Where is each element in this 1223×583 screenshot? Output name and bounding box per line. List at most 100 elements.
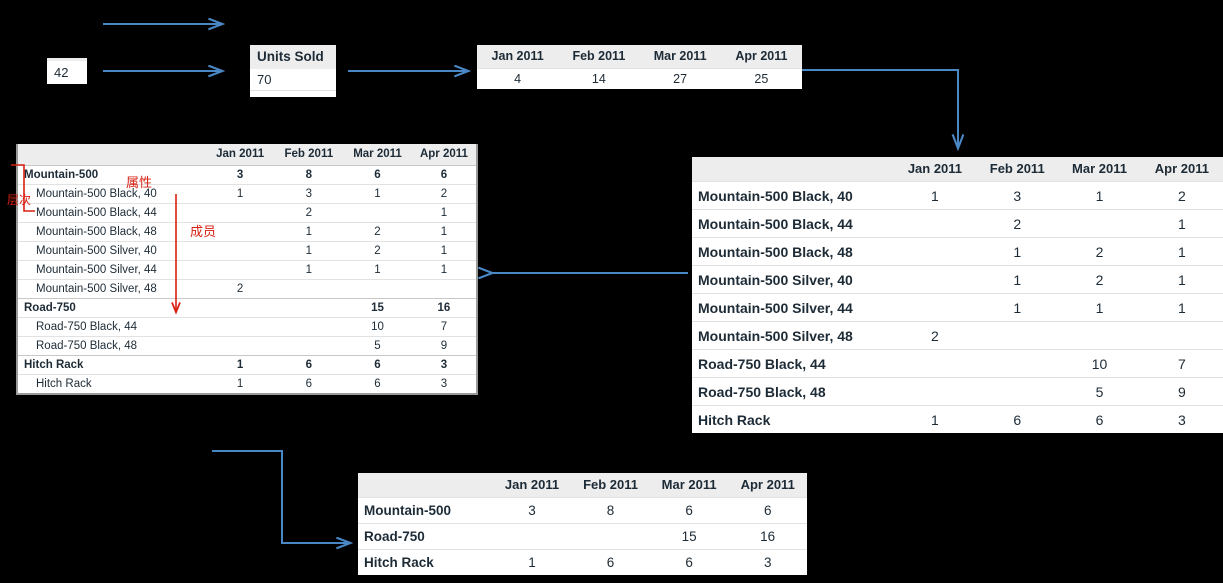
cell: 1 xyxy=(205,355,275,375)
table-row: Mountain-500 3 8 6 6 xyxy=(18,165,476,185)
cell xyxy=(976,349,1059,378)
cell: 1 xyxy=(1058,293,1141,322)
row-label: Hitch Rack xyxy=(692,405,894,433)
cell xyxy=(343,203,412,223)
column-header xyxy=(692,157,894,182)
row-label: Mountain-500 Silver, 44 xyxy=(692,293,894,322)
cell xyxy=(274,298,344,318)
cell: 1 xyxy=(343,260,412,280)
cell xyxy=(411,279,476,299)
cell: 1 xyxy=(976,265,1059,294)
cell xyxy=(893,377,977,406)
value-box-text: 42 xyxy=(54,65,69,80)
cell xyxy=(205,317,275,337)
value-box: 42 xyxy=(47,58,87,84)
arrow-hierarchy-to-products xyxy=(212,450,350,543)
cell: 2 xyxy=(205,279,275,299)
cell xyxy=(893,237,977,266)
row-label: Mountain-500 Silver, 48 xyxy=(692,321,894,350)
cell: 1 xyxy=(274,260,344,280)
cell: 1 xyxy=(1140,209,1223,238)
row-label: Road-750 xyxy=(18,298,206,318)
row-label: Mountain-500 Silver, 40 xyxy=(18,241,206,261)
column-header: Jan 2011 xyxy=(492,473,572,498)
table-row: Road-750 Black, 48 5 9 xyxy=(692,377,1223,406)
table-row: Hitch Rack 1 6 6 3 xyxy=(692,405,1223,433)
cell xyxy=(205,203,275,223)
cell: 3 xyxy=(976,181,1059,210)
cell: 2 xyxy=(893,321,977,350)
column-header: Feb 2011 xyxy=(571,473,650,498)
cell: 1 xyxy=(205,374,275,393)
cell: 1 xyxy=(411,203,476,223)
cell: 6 xyxy=(571,549,650,575)
table-row: 4 14 27 25 xyxy=(477,68,802,89)
cell: 6 xyxy=(274,374,344,393)
column-header: Mar 2011 xyxy=(639,45,721,69)
table-row: Road-750 Black, 44 10 7 xyxy=(692,349,1223,378)
measure-box-header: Units Sold xyxy=(250,45,336,69)
annotation-member: 成员 xyxy=(190,225,217,240)
table-row: Mountain-500 Silver, 48 2 xyxy=(692,321,1223,350)
annotation-hierarchy: 层次 xyxy=(7,193,32,207)
column-header: Apr 2011 xyxy=(1140,157,1223,182)
row-label: Mountain-500 xyxy=(358,497,493,524)
cell: 9 xyxy=(1140,377,1223,406)
cell: 1 xyxy=(274,241,344,261)
row-label: Mountain-500 Black, 40 xyxy=(692,181,894,210)
cell: 10 xyxy=(1058,349,1141,378)
cell: 15 xyxy=(343,298,412,318)
column-header: Mar 2011 xyxy=(1058,157,1141,182)
cell xyxy=(893,209,977,238)
table-row: Hitch Rack 1 6 6 3 xyxy=(18,355,476,375)
cell: 7 xyxy=(411,317,476,337)
row-label: Mountain-500 Silver, 44 xyxy=(18,260,206,280)
row-label: Mountain-500 Black, 44 xyxy=(692,209,894,238)
cell xyxy=(893,265,977,294)
cell xyxy=(205,222,275,242)
table-row: Mountain-500 Silver, 44 1 1 1 xyxy=(692,293,1223,322)
table-row: Mountain-500 Silver, 40 1 2 1 xyxy=(692,265,1223,294)
cell: 10 xyxy=(343,317,412,337)
cell: 16 xyxy=(728,523,807,550)
table-row: Mountain-500 3 8 6 6 xyxy=(358,497,807,524)
row-label: Mountain-500 xyxy=(18,165,206,185)
cell: 27 xyxy=(639,68,721,89)
cell xyxy=(274,279,344,299)
table-row: Mountain-500 Silver, 40 1 2 1 xyxy=(18,241,476,261)
cell: 9 xyxy=(411,336,476,356)
cell: 6 xyxy=(649,549,729,575)
row-label: Hitch Rack xyxy=(18,374,206,393)
cell: 1 xyxy=(1140,265,1223,294)
cell: 2 xyxy=(1058,265,1141,294)
column-header: Feb 2011 xyxy=(976,157,1059,182)
cell: 1 xyxy=(205,184,275,204)
cell: 2 xyxy=(1058,237,1141,266)
column-header: Feb 2011 xyxy=(558,45,640,69)
cell xyxy=(492,523,572,550)
hierarchy-table: Jan 2011 Feb 2011 Mar 2011 Apr 2011 Moun… xyxy=(16,144,478,395)
row-label: Road-750 Black, 44 xyxy=(692,349,894,378)
cell xyxy=(205,241,275,261)
cell: 1 xyxy=(411,241,476,261)
table-row: Mountain-500 Black, 40 1 3 1 2 xyxy=(18,184,476,204)
cell: 6 xyxy=(728,497,807,524)
products-table: Jan 2011 Feb 2011 Mar 2011 Apr 2011 Moun… xyxy=(358,473,807,575)
column-header: Feb 2011 xyxy=(274,144,344,166)
cell: 1 xyxy=(274,222,344,242)
cell: 25 xyxy=(720,68,802,89)
cell xyxy=(976,377,1059,406)
row-label: Road-750 xyxy=(358,523,493,550)
table-header-row: Jan 2011 Feb 2011 Mar 2011 Apr 2011 xyxy=(358,473,807,498)
cell: 14 xyxy=(558,68,640,89)
cell: 7 xyxy=(1140,349,1223,378)
cell: 3 xyxy=(492,497,572,524)
table-header-row: Jan 2011 Feb 2011 Mar 2011 Apr 2011 xyxy=(477,45,802,69)
cell: 6 xyxy=(976,405,1059,433)
table-row: Mountain-500 Black, 44 2 1 xyxy=(18,203,476,223)
cell: 6 xyxy=(343,165,412,185)
cell: 1 xyxy=(411,222,476,242)
cell: 1 xyxy=(976,237,1059,266)
cell: 1 xyxy=(1140,237,1223,266)
table-row: Mountain-500 Black, 44 2 1 xyxy=(692,209,1223,238)
